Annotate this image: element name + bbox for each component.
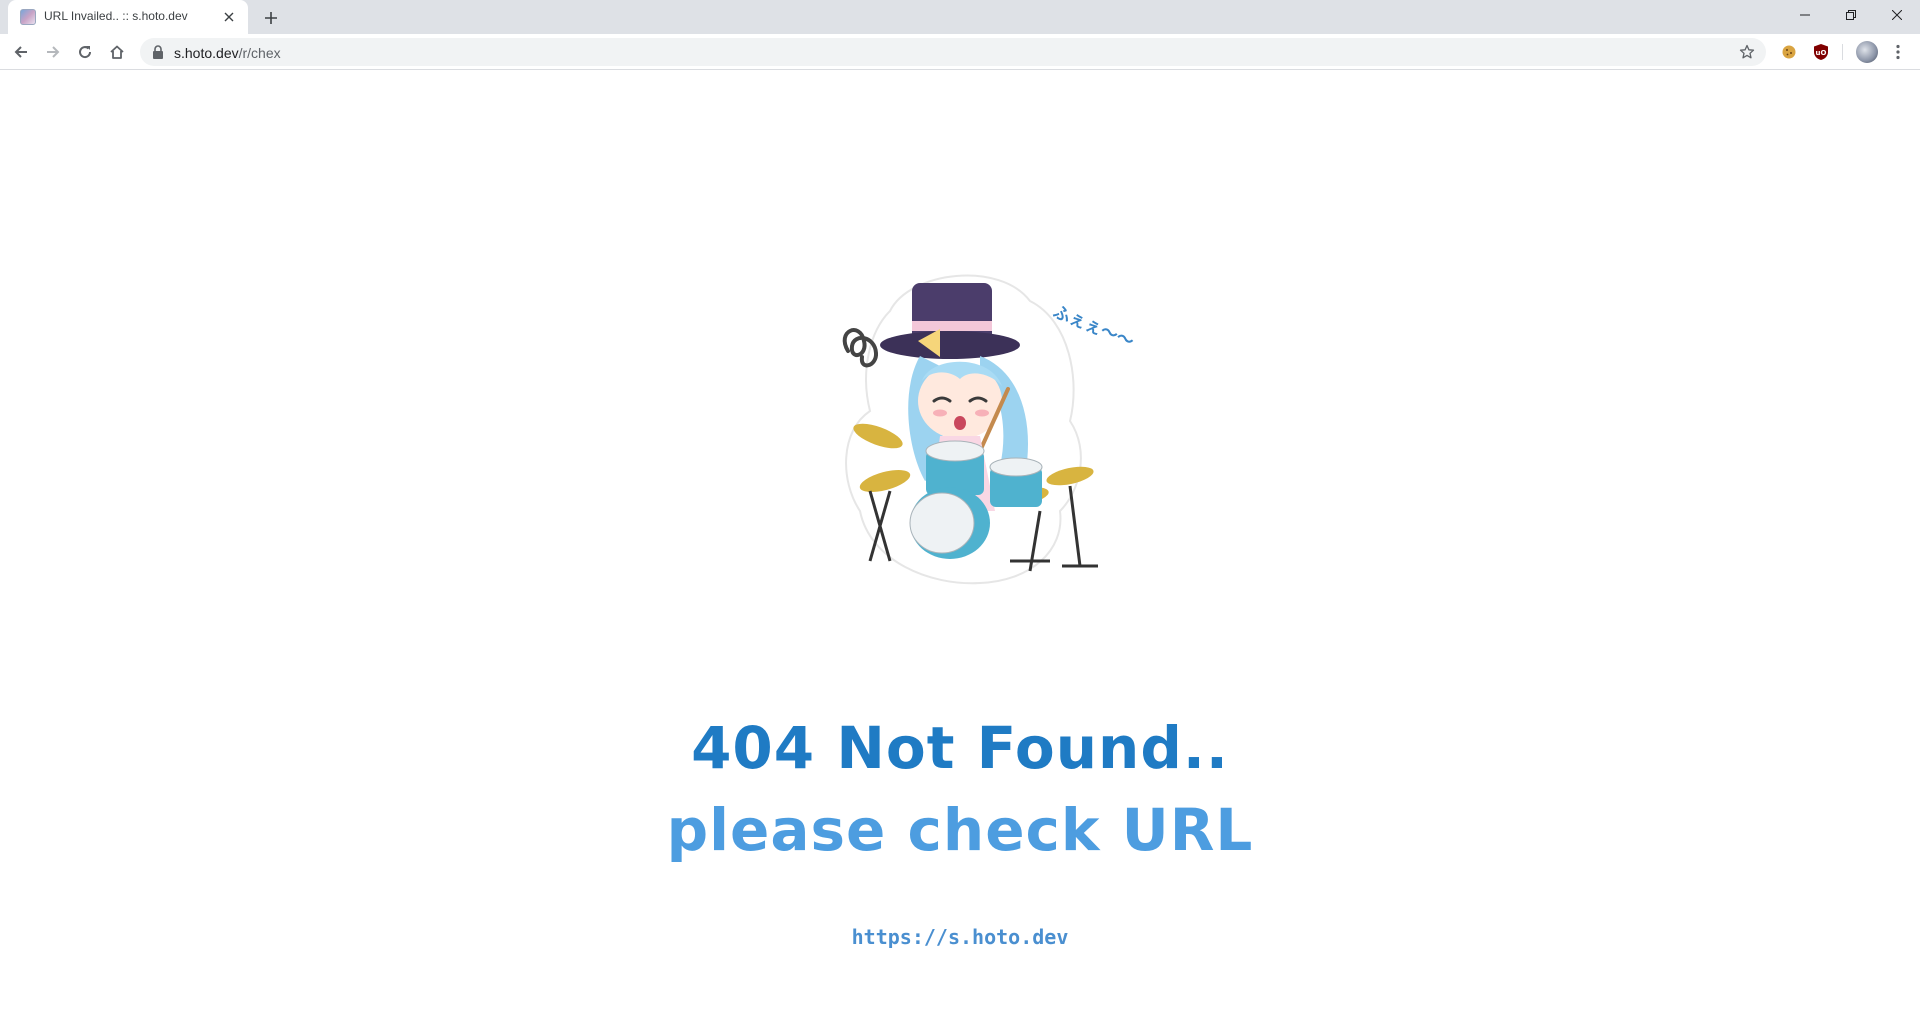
browser-tab[interactable]: URL Invailed.. :: s.hoto.dev bbox=[8, 0, 248, 34]
tab-strip: URL Invailed.. :: s.hoto.dev bbox=[0, 0, 1920, 34]
tab-title: URL Invailed.. :: s.hoto.dev bbox=[44, 9, 188, 23]
cookie-extension-icon[interactable] bbox=[1780, 43, 1798, 61]
ublock-shield-icon[interactable]: uO bbox=[1812, 43, 1830, 61]
kebab-menu-icon[interactable] bbox=[1886, 40, 1910, 64]
url-path: /r/chex bbox=[238, 45, 281, 61]
profile-avatar[interactable] bbox=[1856, 41, 1878, 63]
url-host: s.hoto.dev bbox=[174, 45, 239, 61]
browser-toolbar: s.hoto.dev/r/chex uO bbox=[0, 34, 1920, 70]
close-window-button[interactable] bbox=[1874, 0, 1920, 30]
site-favicon-icon bbox=[20, 9, 36, 25]
window-controls bbox=[1782, 0, 1920, 30]
url-text: s.hoto.dev/r/chex bbox=[174, 45, 281, 61]
star-icon[interactable] bbox=[1738, 43, 1756, 61]
home-icon[interactable] bbox=[105, 40, 129, 64]
minimize-button[interactable] bbox=[1782, 0, 1828, 30]
svg-text:uO: uO bbox=[1816, 49, 1827, 57]
forward-arrow-icon[interactable] bbox=[41, 40, 65, 64]
reload-icon[interactable] bbox=[73, 40, 97, 64]
back-arrow-icon[interactable] bbox=[9, 40, 33, 64]
chibi-drummer-illustration: ふぇぇ〜〜 bbox=[842, 274, 1136, 585]
error-subheading: please check URL bbox=[666, 796, 1254, 864]
lock-icon[interactable] bbox=[152, 45, 164, 64]
new-tab-button[interactable] bbox=[260, 7, 282, 29]
restore-button[interactable] bbox=[1828, 0, 1874, 30]
toolbar-separator bbox=[1842, 44, 1843, 60]
home-link[interactable]: https://s.hoto.dev bbox=[0, 923, 1920, 951]
close-tab-icon[interactable] bbox=[220, 8, 238, 26]
error-heading: 404 Not Found.. bbox=[691, 714, 1229, 782]
address-bar[interactable]: s.hoto.dev/r/chex bbox=[140, 38, 1766, 66]
page-content: ふぇぇ〜〜 404 Not Found.. please check URL h… bbox=[0, 71, 1920, 1034]
